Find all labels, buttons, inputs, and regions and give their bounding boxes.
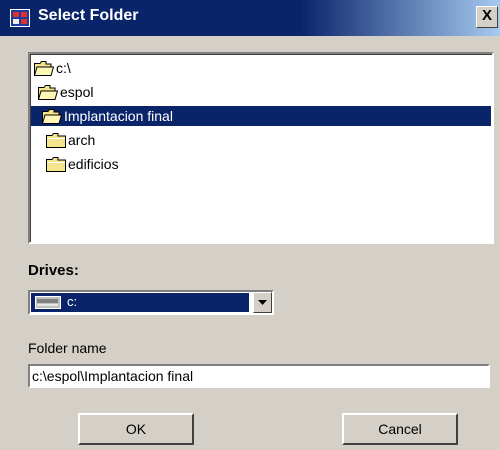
hard-drive-icon: [35, 296, 61, 309]
open-folder-icon: [33, 61, 55, 76]
tree-item-label: edificios: [68, 156, 119, 172]
ok-button[interactable]: OK: [78, 413, 194, 445]
tree-item-label: c:\: [56, 60, 71, 76]
title-bar[interactable]: Select Folder X: [0, 0, 500, 36]
tree-item-label: Implantacion final: [64, 108, 173, 124]
folder-name-field[interactable]: [28, 364, 490, 388]
folder-icon: [46, 133, 66, 148]
open-folder-icon: [37, 85, 59, 100]
window-title: Select Folder: [38, 7, 139, 24]
tree-item[interactable]: Implantacion final: [31, 106, 491, 126]
tree-item-label: espol: [60, 84, 94, 100]
open-folder-icon: [41, 109, 63, 124]
cancel-button[interactable]: Cancel: [342, 413, 458, 445]
folder-name-label: Folder name: [28, 340, 107, 356]
dropdown-button[interactable]: [253, 292, 272, 313]
close-button[interactable]: X: [476, 6, 498, 28]
app-icon: [10, 9, 30, 27]
drives-label: Drives:: [28, 262, 79, 279]
close-icon: X: [481, 7, 492, 24]
tree-item-label: arch: [68, 132, 96, 148]
drives-selected-value[interactable]: c:: [31, 293, 249, 312]
folder-tree[interactable]: c:\ espol Implantacion final arch edificios: [28, 52, 494, 244]
drives-dropdown[interactable]: c:: [28, 290, 274, 315]
chevron-down-icon: [258, 300, 267, 305]
drive-name: c:: [67, 294, 78, 309]
folder-icon: [46, 157, 66, 172]
